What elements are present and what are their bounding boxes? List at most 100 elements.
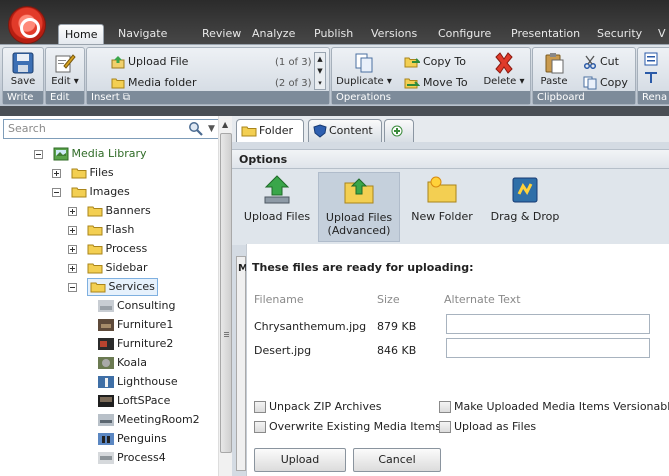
upload-file-button[interactable]: Upload File <box>111 53 188 71</box>
row-2-filename: Desert.jpg <box>254 344 312 357</box>
tree-item-flash[interactable]: Flash <box>68 220 134 239</box>
tree-item-services[interactable]: Services <box>68 277 158 296</box>
upload-folder-icon <box>344 178 374 204</box>
tree-item-consulting[interactable]: Consulting <box>98 296 175 315</box>
tree-label: Flash <box>105 223 135 236</box>
search-input[interactable]: Search ▼ <box>3 119 228 139</box>
cut-button[interactable]: Cut <box>583 53 619 71</box>
move-to-label: Move To <box>423 76 468 89</box>
rename-icon[interactable] <box>644 52 658 66</box>
drag-drop-button[interactable]: Drag & Drop <box>482 172 568 242</box>
copy-button[interactable]: Copy <box>583 74 628 92</box>
expand-icon[interactable] <box>68 263 77 273</box>
folder-icon <box>71 168 86 179</box>
tab-content[interactable]: Content <box>308 119 382 142</box>
expand-icon[interactable] <box>68 225 77 235</box>
tree-item-meetingroom2[interactable]: MeetingRoom2 <box>98 410 200 429</box>
tab-content-label: Content <box>329 124 373 137</box>
tab-analyze[interactable]: Analyze <box>246 24 301 44</box>
collapse-icon[interactable] <box>68 282 77 292</box>
tab-presentation[interactable]: Presentation <box>505 24 586 44</box>
tree-item-process4[interactable]: Process4 <box>98 448 166 467</box>
tab-home[interactable]: Home <box>58 24 105 44</box>
upload-button[interactable]: Upload <box>254 448 346 472</box>
upload-dialog: These files are ready for uploading: Fil… <box>246 244 669 476</box>
scrollbar-thumb[interactable] <box>220 133 232 453</box>
checkbox-box[interactable] <box>439 401 451 413</box>
unpack-zip-checkbox[interactable]: Unpack ZIP Archives <box>254 400 381 413</box>
row-2-alternate-text-input[interactable] <box>446 338 650 358</box>
copy-to-button[interactable]: Copy To <box>404 53 466 71</box>
tree-item-sidebar[interactable]: Sidebar <box>68 258 148 277</box>
row-1-alternate-text-input[interactable] <box>446 314 650 334</box>
tree-item-penguins[interactable]: Penguins <box>98 429 167 448</box>
tree-item-koala[interactable]: Koala <box>98 353 147 372</box>
application-menu-button[interactable] <box>8 6 46 44</box>
tab-security[interactable]: Security <box>591 24 648 44</box>
tree-item-images[interactable]: Images <box>52 182 130 201</box>
tree-label: Penguins <box>117 432 167 445</box>
row-2-size: 846 KB <box>377 344 417 357</box>
upload-files-button[interactable]: Upload Files <box>240 172 314 242</box>
collapse-icon[interactable] <box>34 149 43 159</box>
search-dropdown-icon[interactable]: ▼ <box>208 120 215 138</box>
expand-icon[interactable] <box>68 244 77 254</box>
delete-button[interactable]: Delete ▾ <box>480 52 528 87</box>
tab-versions[interactable]: Versions <box>365 24 423 44</box>
tree-item-banners[interactable]: Banners <box>68 201 151 220</box>
tab-configure[interactable]: Configure <box>432 24 497 44</box>
paste-button[interactable]: Paste <box>536 52 572 87</box>
tree-item-media-library[interactable]: Media Library <box>34 144 147 163</box>
tree-scrollbar[interactable]: ▲ <box>218 116 232 476</box>
cancel-button[interactable]: Cancel <box>353 448 441 472</box>
upload-as-files-checkbox[interactable]: Upload as Files <box>439 420 536 433</box>
tree-item-files[interactable]: Files <box>52 163 114 182</box>
gallery-down-icon[interactable]: ▼ <box>315 65 325 77</box>
tab-navigate[interactable]: Navigate <box>112 24 173 44</box>
group-label-write: Write <box>3 91 43 104</box>
tab-publish[interactable]: Publish <box>308 24 359 44</box>
new-folder-icon <box>427 176 457 203</box>
insert-label: Insert <box>91 92 120 103</box>
insert-gallery-scroll[interactable]: ▲ ▼ ▾ <box>314 52 326 90</box>
row-1-size: 879 KB <box>377 320 417 333</box>
checkbox-box[interactable] <box>254 401 266 413</box>
make-versionable-checkbox[interactable]: Make Uploaded Media Items Versionable <box>439 400 669 413</box>
edit-button[interactable]: Edit ▾ <box>49 52 81 87</box>
duplicate-button[interactable]: Duplicate ▾ <box>335 52 393 87</box>
tree-label: LoftSPace <box>117 394 171 407</box>
collapse-icon[interactable] <box>52 187 61 197</box>
paste-label: Paste <box>540 76 568 87</box>
tree-item-lighthouse[interactable]: Lighthouse <box>98 372 178 391</box>
group-label-rename: Rena <box>638 91 669 104</box>
upload-icon <box>264 175 290 204</box>
tab-add[interactable] <box>384 119 414 142</box>
add-tab-icon <box>391 125 403 137</box>
new-folder-button[interactable]: New Folder <box>406 172 478 242</box>
tree-item-loftspace[interactable]: LoftSPace <box>98 391 170 410</box>
expand-icon[interactable] <box>52 168 61 178</box>
tree-item-process[interactable]: Process <box>68 239 147 258</box>
media-folder-button[interactable]: Media folder <box>111 74 196 92</box>
upload-files-advanced-button[interactable]: Upload Files (Advanced) <box>318 172 400 242</box>
tab-overflow[interactable]: V <box>652 24 669 44</box>
tab-folder[interactable]: Folder <box>236 119 304 142</box>
tree-item-furniture2[interactable]: Furniture2 <box>98 334 173 353</box>
tree-item-furniture1[interactable]: Furniture1 <box>98 315 173 334</box>
gallery-more-icon[interactable]: ▾ <box>315 77 325 89</box>
tree-label: Files <box>89 166 114 179</box>
expand-icon[interactable] <box>68 206 77 216</box>
font-icon[interactable] <box>644 70 658 84</box>
upload-file-label: Upload File <box>128 55 189 68</box>
checkbox-box[interactable] <box>254 421 266 433</box>
dialog-launcher-icon[interactable]: ⧉ <box>123 92 130 103</box>
gallery-up-icon[interactable]: ▲ <box>315 53 325 65</box>
folder-icon <box>111 78 125 89</box>
save-button[interactable]: Save <box>6 52 40 87</box>
move-to-button[interactable]: Move To <box>404 74 468 92</box>
checkbox-box[interactable] <box>439 421 451 433</box>
edit-icon <box>55 54 76 73</box>
overwrite-checkbox[interactable]: Overwrite Existing Media Items <box>254 420 441 433</box>
scroll-up-icon[interactable]: ▲ <box>222 120 228 129</box>
tab-review[interactable]: Review <box>196 24 247 44</box>
